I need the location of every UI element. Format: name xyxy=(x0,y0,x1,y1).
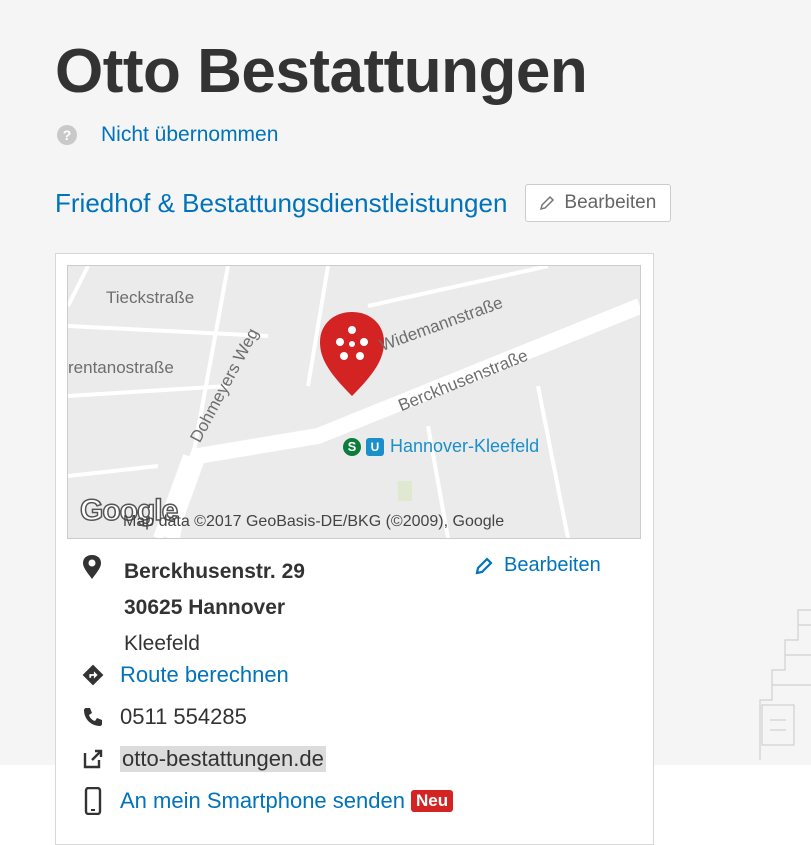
new-badge: Neu xyxy=(410,790,454,812)
business-info-card: Tieckstraße Dohmeyers Weg Widemannstraße… xyxy=(55,253,654,845)
map[interactable]: Tieckstraße Dohmeyers Weg Widemannstraße… xyxy=(67,265,641,539)
sbahn-icon: S xyxy=(343,437,361,456)
claim-status: ? Nicht übernommen xyxy=(57,123,278,147)
address-block: Berckhusenstr. 29 30625 Hannover Kleefel… xyxy=(82,554,642,664)
business-name: Otto Bestattungen xyxy=(55,37,588,106)
website-link[interactable]: otto-bestattungen.de xyxy=(120,746,326,772)
phone-icon xyxy=(82,705,104,729)
map-street-label: rentanostraße xyxy=(68,358,174,377)
pencil-icon xyxy=(540,195,555,211)
category-link[interactable]: Friedhof & Bestattungsdienstleistungen xyxy=(55,188,507,219)
edit-category-button[interactable]: Bearbeiten xyxy=(525,184,672,222)
storefront-illustration-icon xyxy=(759,609,811,760)
ubahn-icon: U xyxy=(366,437,384,456)
address-lines: Berckhusenstr. 29 30625 Hannover Kleefel… xyxy=(124,554,305,662)
info-circle-icon: ? xyxy=(57,125,77,145)
claim-status-link[interactable]: Nicht übernommen xyxy=(101,123,278,147)
send-to-phone-row[interactable]: An mein Smartphone senden Neu xyxy=(82,787,454,815)
map-street-label: Tieckstraße xyxy=(106,288,195,307)
external-link-icon xyxy=(82,747,104,771)
map-copyright: Map data ©2017 GeoBasis-DE/BKG (©2009), … xyxy=(123,513,505,530)
website-row[interactable]: otto-bestattungen.de xyxy=(82,746,326,772)
map-station-label: S U Hannover-Kleefeld xyxy=(343,436,539,457)
phone-row: 0511 554285 xyxy=(82,704,247,730)
address-city: 30625 Hannover xyxy=(124,596,286,619)
station-name: Hannover-Kleefeld xyxy=(390,436,540,456)
phone-number: 0511 554285 xyxy=(120,704,247,729)
address-street: Berckhusenstr. 29 xyxy=(124,560,305,583)
route-row[interactable]: Route berechnen xyxy=(82,662,289,688)
route-link[interactable]: Route berechnen xyxy=(120,662,289,688)
send-to-phone-link[interactable]: An mein Smartphone senden xyxy=(120,788,405,814)
smartphone-icon xyxy=(82,787,104,815)
directions-icon xyxy=(82,663,104,687)
edit-category-label: Bearbeiten xyxy=(564,192,657,213)
edit-address-link[interactable]: Bearbeiten xyxy=(474,554,601,577)
address-neighborhood: Kleefeld xyxy=(124,632,200,655)
pencil-icon xyxy=(475,556,493,574)
location-pin-icon xyxy=(83,555,101,579)
category-row: Friedhof & Bestattungsdienstleistungen B… xyxy=(55,184,672,222)
edit-address-label: Bearbeiten xyxy=(504,554,601,576)
